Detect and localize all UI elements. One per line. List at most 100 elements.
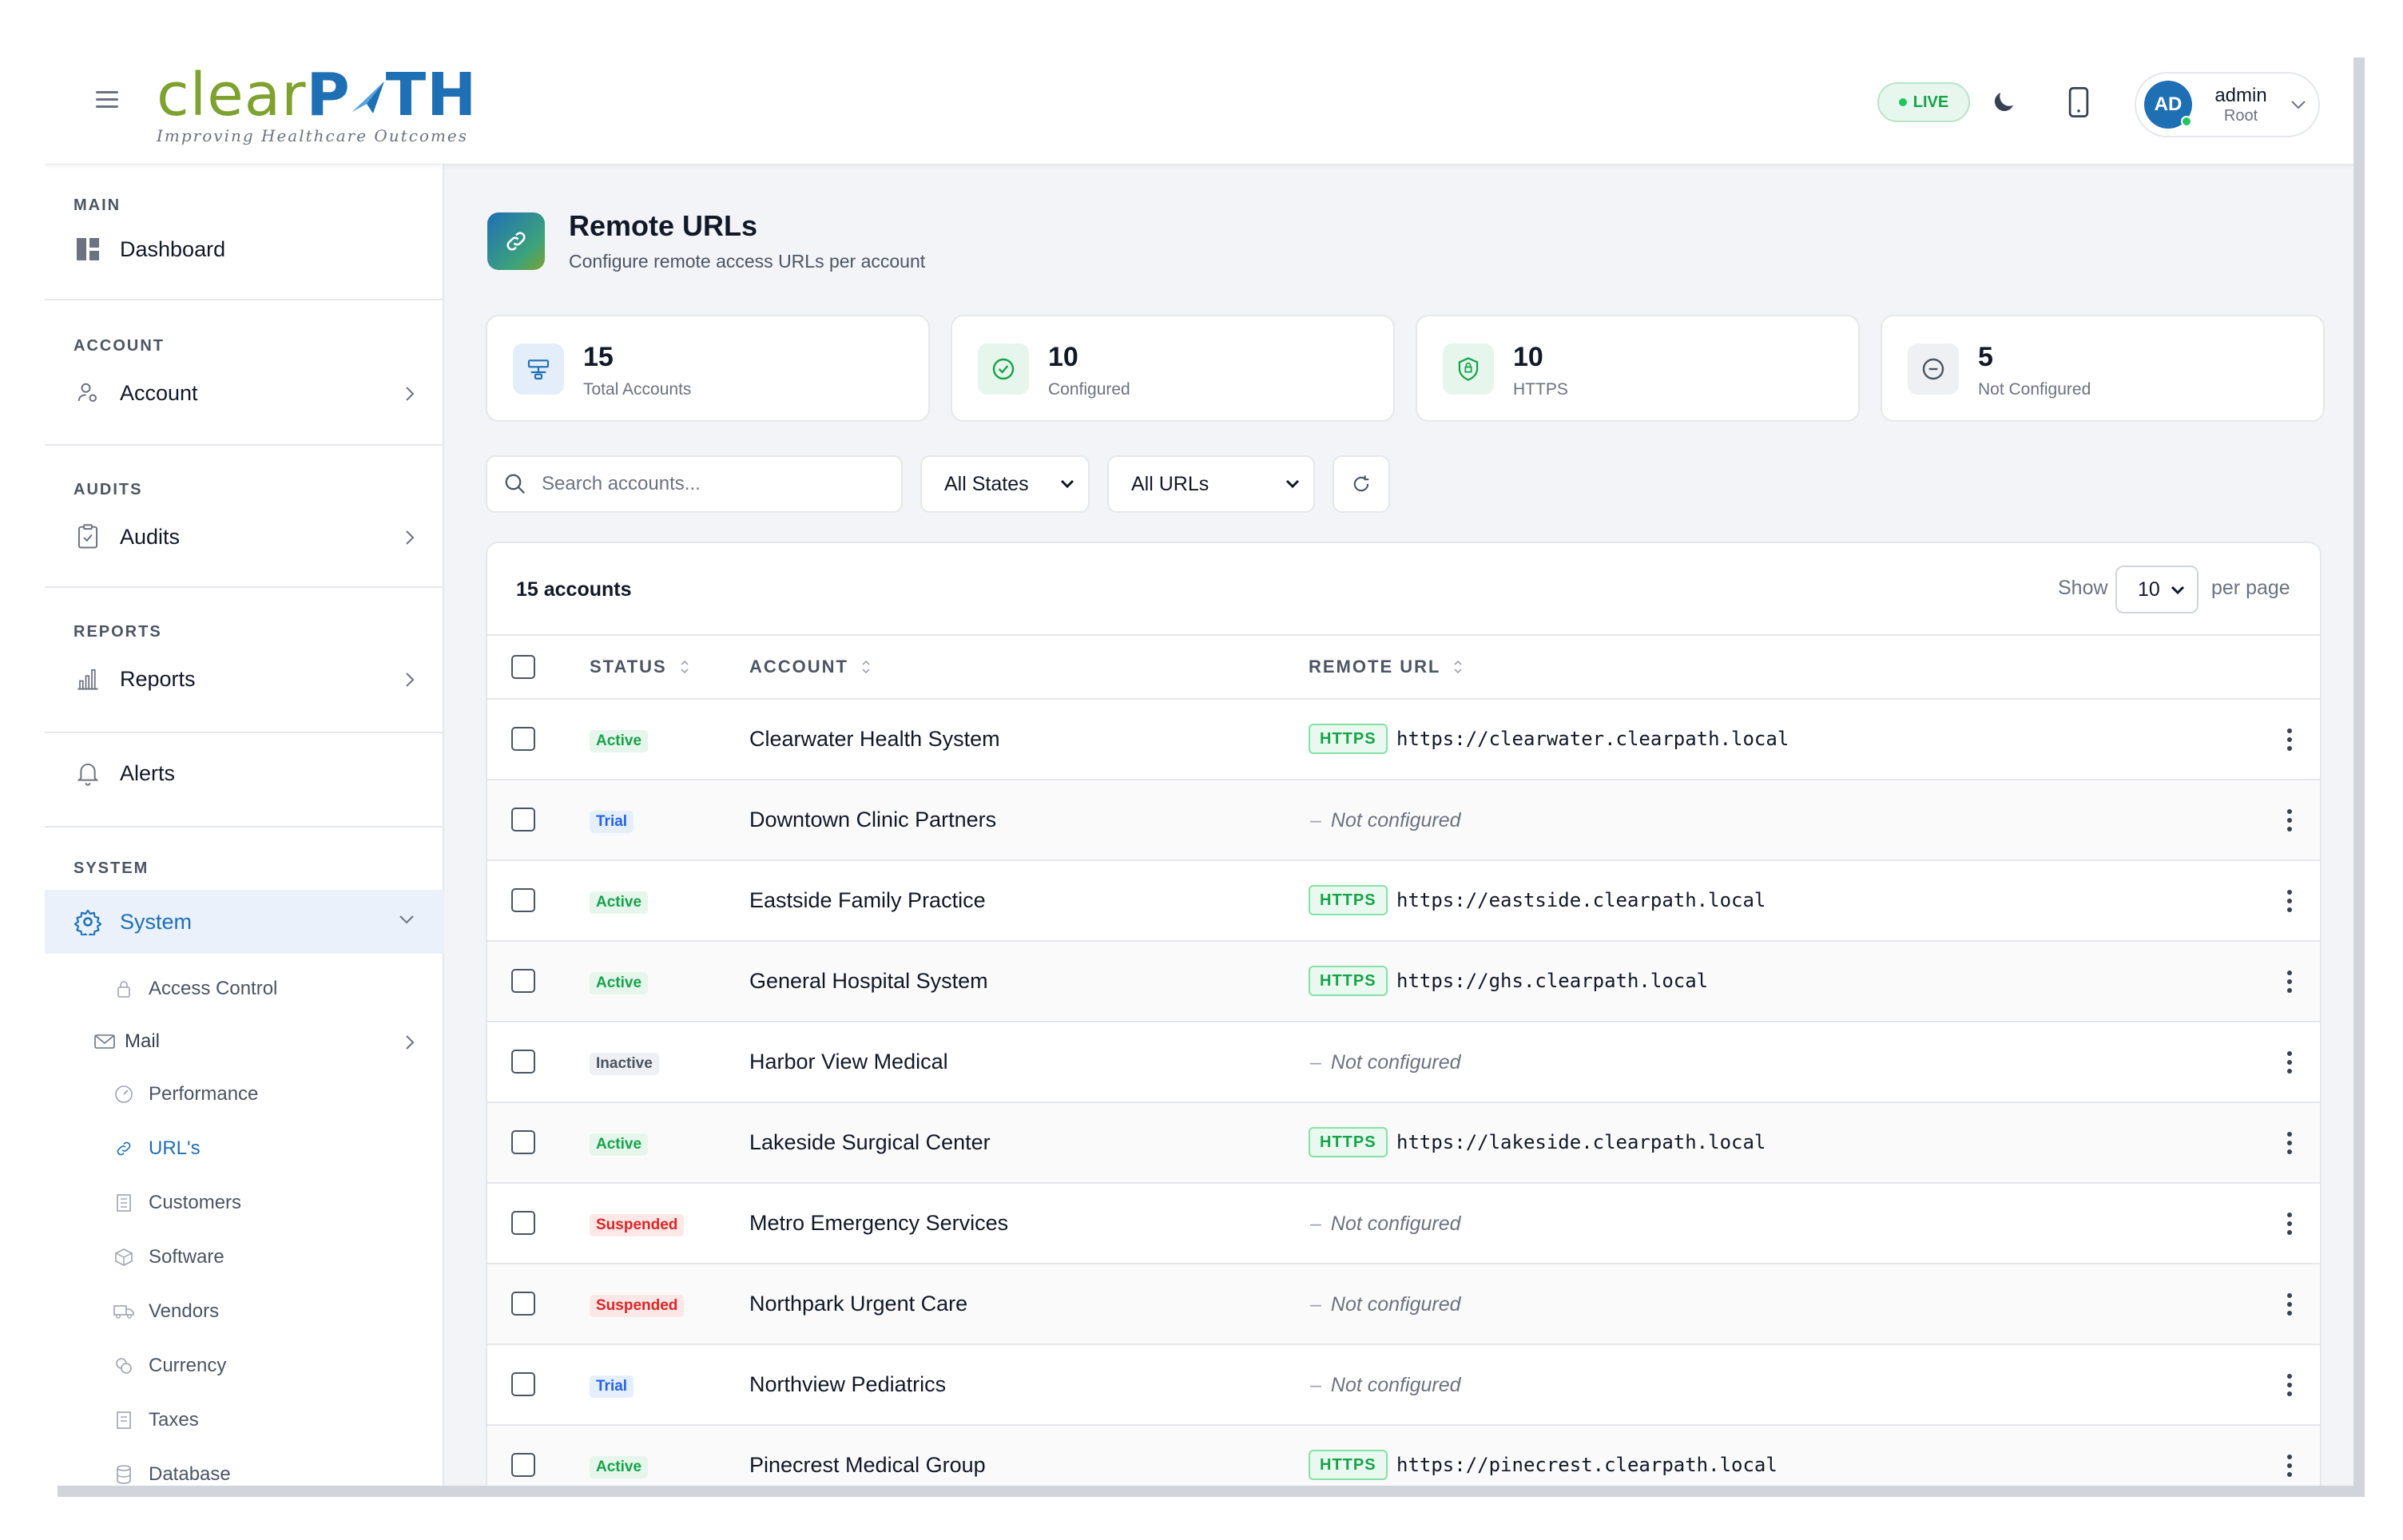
column-header-remote-url[interactable]: REMOTE URL <box>1309 657 1463 677</box>
remote-url-text[interactable]: https://ghs.clearpath.local <box>1396 970 1708 992</box>
sidebar-item-dashboard[interactable]: Dashboard <box>45 224 444 275</box>
row-actions-kebab-icon[interactable] <box>2274 1206 2306 1241</box>
search-field[interactable] <box>486 455 903 513</box>
row-checkbox[interactable] <box>511 1292 535 1316</box>
row-checkbox[interactable] <box>511 1211 535 1235</box>
column-header-label: REMOTE URL <box>1309 657 1441 677</box>
row-checkbox[interactable] <box>511 1050 535 1074</box>
table-row[interactable]: Trial Downtown Clinic Partners – Not config… <box>487 780 2320 861</box>
row-checkbox[interactable] <box>511 727 535 751</box>
sidebar-subitem-software[interactable]: Software <box>45 1235 444 1280</box>
row-actions-kebab-icon[interactable] <box>2274 1367 2306 1403</box>
user-name: admin <box>2214 84 2267 106</box>
sidebar-subitem-mail[interactable]: Mail <box>45 1019 444 1064</box>
menu-toggle-icon[interactable] <box>96 91 118 109</box>
building-icon <box>113 1193 134 1213</box>
check-circle-icon <box>978 343 1029 395</box>
refresh-button[interactable] <box>1333 455 1390 513</box>
row-checkbox[interactable] <box>511 808 535 832</box>
table-row[interactable]: Active General Hospital System HTTPS https:… <box>487 942 2320 1022</box>
sidebar-subitem-label: URL's <box>149 1137 201 1159</box>
chevron-right-icon <box>406 387 415 401</box>
table-row[interactable]: Trial Northview Pediatrics – Not configured <box>487 1345 2320 1426</box>
sidebar-item-system[interactable]: System <box>45 890 444 954</box>
state-filter-select[interactable]: All States <box>920 455 1090 513</box>
row-actions-kebab-icon[interactable] <box>2274 722 2306 757</box>
row-checkbox[interactable] <box>511 1130 535 1154</box>
account-name: Lakeside Surgical Center <box>749 1130 991 1154</box>
top-header: clearP TH Improving Healthcare Outcomes L… <box>45 45 2353 165</box>
sidebar-subitem-label: Taxes <box>149 1409 199 1431</box>
table-row[interactable]: Active Eastside Family Practice HTTPS https… <box>487 861 2320 942</box>
row-checkbox[interactable] <box>511 888 535 912</box>
status-badge: Active <box>590 972 649 994</box>
mobile-view-button[interactable] <box>2056 80 2101 125</box>
sidebar-subitem-database[interactable]: Database <box>45 1452 444 1486</box>
sidebar-subitem-label: Currency <box>149 1355 227 1376</box>
divider <box>45 299 444 300</box>
table-row[interactable]: Active Lakeside Surgical Center HTTPS https… <box>487 1103 2320 1184</box>
account-name: Clearwater Health System <box>749 727 1000 751</box>
account-name: Eastside Family Practice <box>749 888 986 912</box>
chevron-right-icon <box>406 673 415 687</box>
avatar-initials: AD <box>2154 93 2183 115</box>
row-actions-kebab-icon[interactable] <box>2274 964 2306 999</box>
url-filter-select[interactable]: All URLs <box>1107 455 1315 513</box>
dash-icon: – <box>1310 1213 1321 1235</box>
column-header-status[interactable]: STATUS <box>590 657 689 677</box>
sidebar-item-reports[interactable]: Reports <box>45 653 444 705</box>
table-row[interactable]: Active Pinecrest Medical Group HTTPS https:… <box>487 1426 2320 1486</box>
row-actions-kebab-icon[interactable] <box>2274 1448 2306 1483</box>
table-header: STATUS ACCOUNT REMOTE URL <box>487 634 2320 700</box>
account-name: Harbor View Medical <box>749 1050 948 1074</box>
sidebar-item-alerts[interactable]: Alerts <box>45 748 444 799</box>
per-page-value: 10 <box>2138 578 2160 601</box>
remote-url-text[interactable]: https://pinecrest.clearpath.local <box>1396 1454 1777 1476</box>
row-checkbox[interactable] <box>511 1453 535 1477</box>
gear-icon <box>73 907 102 936</box>
table-row[interactable]: Suspended Northpark Urgent Care – Not confi… <box>487 1264 2320 1345</box>
sidebar-subitem-vendors[interactable]: Vendors <box>45 1289 444 1334</box>
select-all-checkbox[interactable] <box>511 655 535 679</box>
column-header-account[interactable]: ACCOUNT <box>749 657 871 677</box>
dark-mode-toggle[interactable] <box>1981 80 2026 125</box>
remote-url-text[interactable]: https://lakeside.clearpath.local <box>1396 1131 1766 1153</box>
stat-value: 10 <box>1513 342 1543 372</box>
per-page-select[interactable]: 10 <box>2115 566 2198 613</box>
row-actions-kebab-icon[interactable] <box>2274 803 2306 838</box>
row-actions-kebab-icon[interactable] <box>2274 1125 2306 1161</box>
status-badge: Active <box>590 1456 649 1478</box>
sidebar-item-account[interactable]: Account <box>45 367 444 419</box>
search-input[interactable] <box>542 473 877 495</box>
section-label-main: MAIN <box>73 196 121 214</box>
https-badge: HTTPS <box>1309 1127 1388 1157</box>
row-checkbox[interactable] <box>511 969 535 993</box>
chevron-down-icon <box>1060 479 1074 489</box>
row-actions-kebab-icon[interactable] <box>2274 883 2306 919</box>
sidebar-subitem-taxes[interactable]: Taxes <box>45 1398 444 1443</box>
sidebar-subitem-performance[interactable]: Performance <box>45 1072 444 1117</box>
clearpath-logo[interactable]: clearP TH Improving Healthcare Outcomes <box>157 65 524 145</box>
sidebar-subitem-currency[interactable]: Currency <box>45 1344 444 1388</box>
table-row[interactable]: Active Clearwater Health System HTTPS https… <box>487 700 2320 780</box>
remote-url-text[interactable]: https://eastside.clearpath.local <box>1396 889 1766 911</box>
row-actions-kebab-icon[interactable] <box>2274 1045 2306 1080</box>
status-badge: Trial <box>590 1375 634 1398</box>
remote-url-text[interactable]: https://clearwater.clearpath.local <box>1396 728 1789 750</box>
user-menu[interactable]: AD admin Root <box>2135 72 2320 137</box>
section-label-account: ACCOUNT <box>73 337 165 355</box>
divider <box>45 444 444 446</box>
user-settings-icon <box>73 379 102 407</box>
database-icon <box>113 1464 134 1485</box>
sort-icon <box>681 660 689 674</box>
sidebar-subitem-access-control[interactable]: Access Control <box>45 966 444 1011</box>
section-label-system: SYSTEM <box>73 859 149 877</box>
sidebar-item-audits[interactable]: Audits <box>45 511 444 562</box>
row-actions-kebab-icon[interactable] <box>2274 1287 2306 1322</box>
table-row[interactable]: Suspended Metro Emergency Services – Not co… <box>487 1184 2320 1264</box>
table-row[interactable]: Inactive Harbor View Medical – Not configur… <box>487 1022 2320 1103</box>
sidebar-subitem-customers[interactable]: Customers <box>45 1181 444 1225</box>
not-configured-label: Not configured <box>1330 1374 1461 1396</box>
row-checkbox[interactable] <box>511 1372 535 1396</box>
sidebar-subitem-urls[interactable]: URL's <box>45 1126 444 1171</box>
